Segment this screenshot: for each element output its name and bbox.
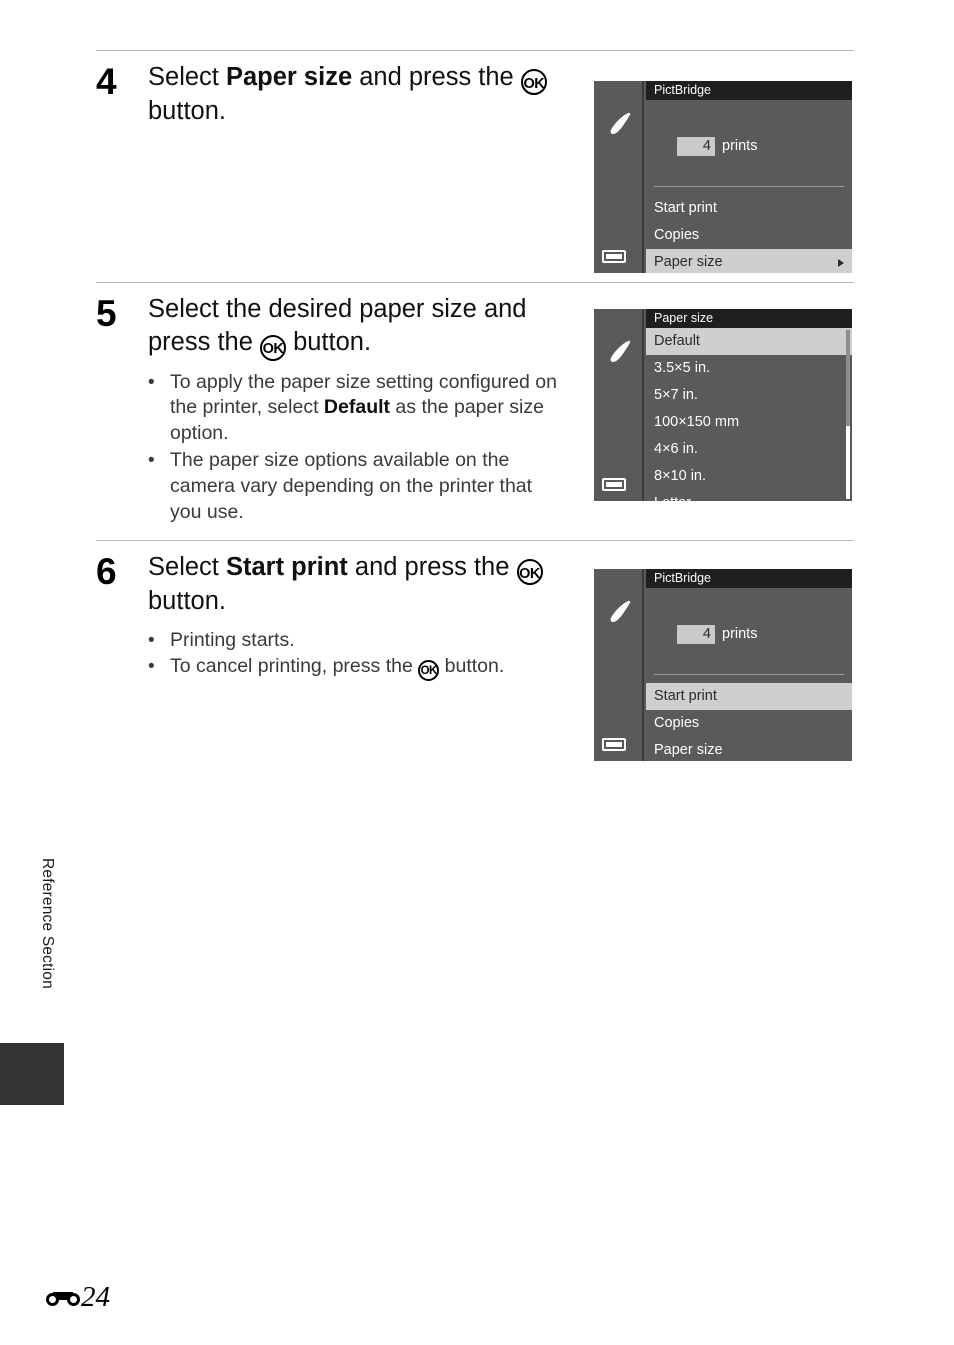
- reference-section-side-label: Reference Section: [39, 858, 56, 989]
- screen-sidebar: [594, 569, 644, 761]
- section-thumb-tab: [0, 1043, 64, 1105]
- step-heading: Select Paper size and press the OK butto…: [148, 61, 568, 129]
- screen-menu-item[interactable]: Copies: [646, 222, 852, 249]
- screen-content: PictBridge 4 prints Start print Copies Pap…: [646, 81, 852, 273]
- bullet-dot-icon: •: [148, 371, 155, 393]
- bullet-text: To cancel printing, press the OK button.: [170, 654, 568, 681]
- pictbridge-icon: [606, 339, 634, 365]
- prints-count-value: 4: [677, 625, 715, 644]
- paper-size-option[interactable]: Default: [646, 328, 852, 355]
- screen-sidebar: [594, 81, 644, 273]
- screen-menu-item-label: Paper size: [654, 742, 723, 758]
- screen-menu-item[interactable]: Paper size: [646, 737, 852, 761]
- screen-menu-item-label: Start print: [654, 688, 717, 704]
- screen-title: Paper size: [646, 309, 852, 328]
- scrollbar-thumb[interactable]: [846, 330, 850, 426]
- battery-icon: [602, 250, 626, 263]
- bullet-item: • To apply the paper size setting configu…: [148, 370, 568, 448]
- step-heading: Select the desired paper size and press …: [148, 293, 568, 361]
- bullet-text: Printing starts.: [170, 628, 295, 651]
- screen-menu-item[interactable]: Start print: [646, 683, 852, 710]
- bullet-text: To apply the paper size setting configur…: [170, 370, 558, 445]
- prints-count-value: 4: [677, 137, 715, 156]
- camera-screen-pictbridge-start-print: PictBridge 4 prints Start print Copies Pap…: [594, 569, 852, 761]
- prints-count-label: prints: [722, 626, 758, 642]
- step-bullet-list: • To apply the paper size setting configu…: [148, 370, 568, 527]
- screen-content: Paper size Default 3.5×5 in. 5×7 in. 100×15…: [646, 309, 852, 501]
- pictbridge-icon: [606, 111, 634, 137]
- step-bullet-list: • Printing starts. • To cancel printing, pr…: [148, 628, 568, 681]
- reference-section-marker-icon: [46, 1287, 80, 1309]
- camera-screen-pictbridge-paper-size: PictBridge 4 prints Start print Copies Pap…: [594, 81, 852, 273]
- pictbridge-icon: [606, 599, 634, 625]
- screen-title: PictBridge: [646, 81, 852, 100]
- paper-size-option[interactable]: 4×6 in.: [646, 436, 852, 463]
- step-number: 4: [96, 61, 117, 102]
- camera-screen-paper-size-list: Paper size Default 3.5×5 in. 5×7 in. 100×15…: [594, 309, 852, 501]
- battery-icon: [602, 478, 626, 491]
- screen-menu: Start print Copies Paper size: [646, 195, 852, 273]
- paper-size-option[interactable]: Letter: [646, 490, 852, 501]
- prints-count-row: 4 prints: [646, 137, 757, 156]
- screen-title: PictBridge: [646, 569, 852, 588]
- paper-size-option[interactable]: 3.5×5 in.: [646, 355, 852, 382]
- screen-menu-item-label: Copies: [654, 715, 700, 731]
- ok-button-icon: OK: [259, 334, 286, 361]
- bullet-text: The paper size options available on the …: [170, 449, 533, 524]
- screen-divider: [654, 674, 844, 675]
- screen-divider: [654, 186, 844, 187]
- screen-sidebar: [594, 309, 644, 501]
- paper-size-option[interactable]: 8×10 in.: [646, 463, 852, 490]
- screen-menu-item-label: Copies: [654, 227, 700, 243]
- screen-content: PictBridge 4 prints Start print Copies Pap…: [646, 569, 852, 761]
- step-number: 6: [96, 551, 117, 592]
- ok-button-icon: OK: [520, 69, 547, 96]
- screen-menu: Start print Copies Paper size: [646, 683, 852, 761]
- bullet-dot-icon: •: [148, 629, 155, 651]
- prints-count-label: prints: [722, 138, 758, 154]
- screen-menu-item[interactable]: Start print: [646, 195, 852, 222]
- step-number: 5: [96, 293, 117, 334]
- screen-menu-item-label: Start print: [654, 200, 717, 216]
- ok-button-icon: OK: [516, 559, 543, 586]
- paper-size-option-list: Default 3.5×5 in. 5×7 in. 100×150 mm 4×6 in.…: [646, 328, 852, 501]
- page-footer: 24: [46, 1283, 110, 1312]
- paper-size-option[interactable]: 100×150 mm: [646, 409, 852, 436]
- chevron-right-icon: [838, 259, 844, 267]
- battery-icon: [602, 738, 626, 751]
- screen-menu-item[interactable]: Paper size: [646, 249, 852, 273]
- bullet-item: • The paper size options available on the…: [148, 448, 568, 526]
- screen-menu-item[interactable]: Copies: [646, 710, 852, 737]
- ok-button-icon: OK: [418, 659, 440, 681]
- bullet-item: • To cancel printing, press the OK button…: [148, 654, 568, 681]
- paper-size-option[interactable]: 5×7 in.: [646, 382, 852, 409]
- step-heading: Select Start print and press the OK butt…: [148, 551, 568, 619]
- screen-menu-item-label: Paper size: [654, 254, 723, 270]
- bullet-dot-icon: •: [148, 656, 155, 678]
- bullet-dot-icon: •: [148, 450, 155, 472]
- bullet-item: • Printing starts.: [148, 628, 568, 654]
- page-number: 24: [81, 1281, 110, 1313]
- prints-count-row: 4 prints: [646, 625, 757, 644]
